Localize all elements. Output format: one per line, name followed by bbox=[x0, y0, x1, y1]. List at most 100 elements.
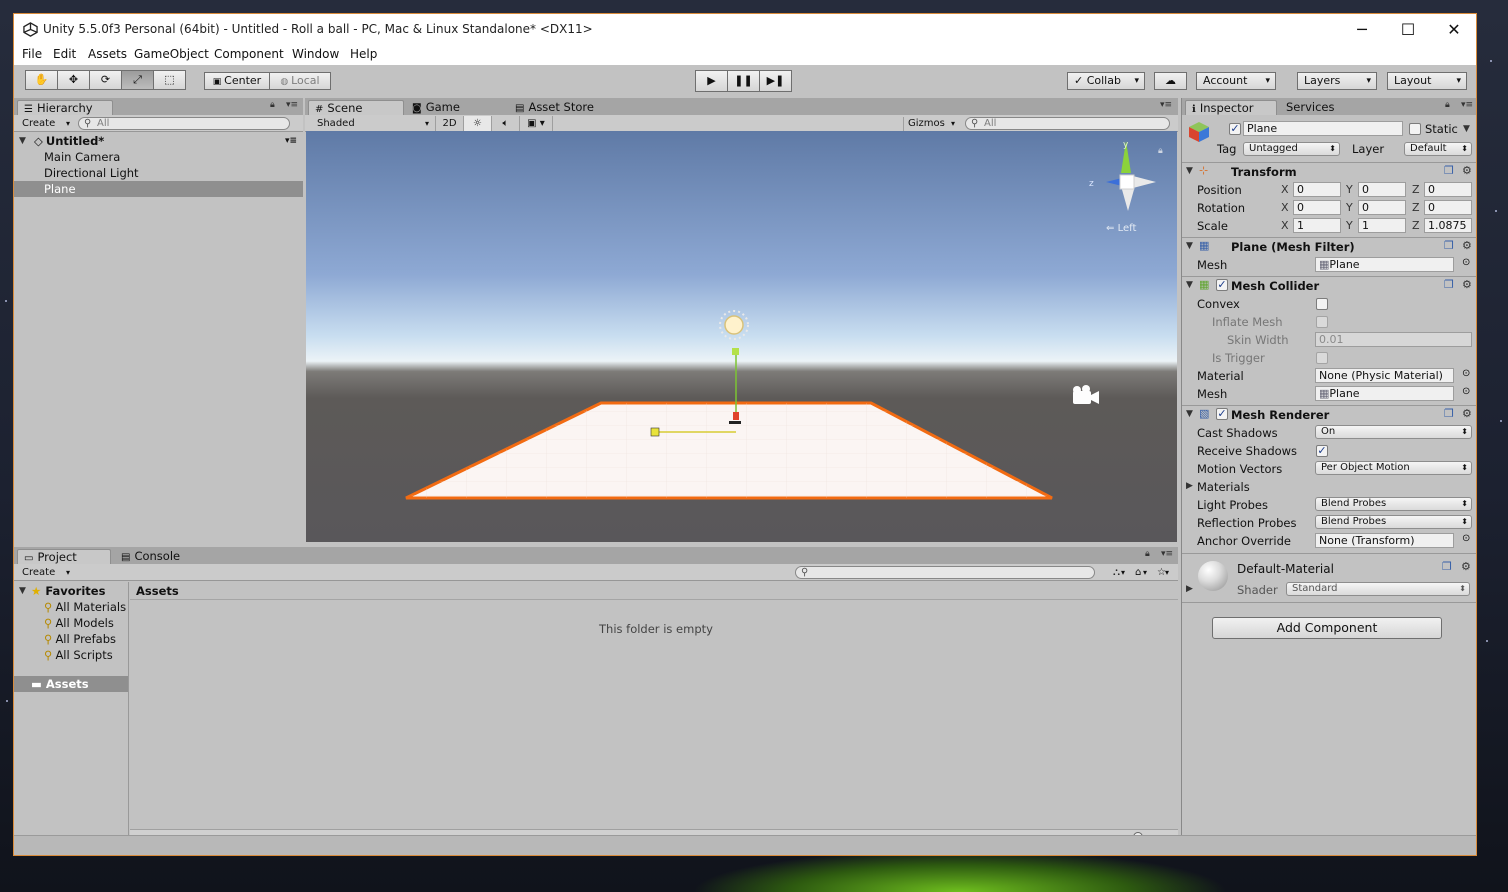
shader-dropdown[interactable]: Standard bbox=[1286, 582, 1470, 596]
menu-assets[interactable]: Assets bbox=[88, 47, 127, 61]
project-search-input[interactable]: ⚲ bbox=[795, 566, 1095, 579]
scale-x-field[interactable]: 1 bbox=[1293, 218, 1341, 233]
materials-label[interactable]: Materials bbox=[1197, 480, 1250, 494]
collapse-caret-icon[interactable]: ▼ bbox=[1186, 241, 1193, 251]
mesh-collider-enabled-checkbox[interactable]: ✓ bbox=[1216, 279, 1228, 291]
lock-icon[interactable]: 🔒︎ bbox=[270, 100, 275, 110]
object-picker-icon[interactable]: ⊙ bbox=[1462, 386, 1470, 397]
object-name-field[interactable]: Plane bbox=[1243, 121, 1403, 136]
static-checkbox[interactable] bbox=[1409, 123, 1421, 135]
inspector-menu-icon[interactable]: ▾≡ bbox=[1461, 100, 1473, 110]
panel-menu-icon[interactable]: ▾≡ bbox=[286, 100, 298, 110]
gear-icon[interactable]: ⚙ bbox=[1462, 278, 1472, 291]
static-dropdown-icon[interactable]: ▼ bbox=[1463, 124, 1470, 134]
object-picker-icon[interactable]: ⊙ bbox=[1462, 368, 1470, 379]
rotation-z-field[interactable]: 0 bbox=[1424, 200, 1472, 215]
rotation-y-field[interactable]: 0 bbox=[1358, 200, 1406, 215]
effects-dropdown[interactable]: ▣ ▾ bbox=[519, 116, 553, 131]
layout-dropdown[interactable]: Layout bbox=[1387, 72, 1467, 90]
rotation-x-field[interactable]: 0 bbox=[1293, 200, 1341, 215]
layer-dropdown[interactable]: Default bbox=[1404, 142, 1472, 156]
project-menu-icon[interactable]: ▾≡ bbox=[1161, 549, 1173, 559]
tab-console[interactable]: ▤ Console bbox=[115, 549, 195, 564]
tab-scene[interactable]: # Scene bbox=[308, 100, 404, 115]
help-book-icon[interactable]: ❐ bbox=[1442, 560, 1452, 573]
tab-project[interactable]: ▭ Project bbox=[17, 549, 111, 564]
tab-game[interactable]: ◙ Game bbox=[406, 100, 486, 115]
rotate-tool-button[interactable]: ⟳ bbox=[89, 70, 122, 90]
favorite-star-icon[interactable]: ☆ bbox=[1153, 566, 1171, 580]
hierarchy-search-input[interactable]: ⚲ All bbox=[78, 117, 290, 130]
motion-vectors-dropdown[interactable]: Per Object Motion bbox=[1315, 461, 1472, 475]
help-book-icon[interactable]: ❐ bbox=[1444, 278, 1454, 291]
favorite-all-scripts[interactable]: ⚲ All Scripts bbox=[44, 648, 113, 662]
gear-icon[interactable]: ⚙ bbox=[1461, 560, 1471, 573]
menu-edit[interactable]: Edit bbox=[53, 47, 76, 61]
object-picker-icon[interactable]: ⊙ bbox=[1462, 257, 1470, 268]
mesh-renderer-header[interactable]: ▼ ▧ ✓ Mesh Renderer ❐ ⚙ bbox=[1182, 405, 1476, 423]
favorite-all-materials[interactable]: ⚲ All Materials bbox=[44, 600, 126, 614]
collapse-caret-icon[interactable]: ▼ bbox=[1186, 280, 1193, 290]
gear-icon[interactable]: ⚙ bbox=[1462, 164, 1472, 177]
menu-window[interactable]: Window bbox=[292, 47, 339, 61]
collider-mesh-field[interactable]: ▦Plane bbox=[1315, 386, 1454, 401]
convex-checkbox[interactable] bbox=[1316, 298, 1328, 310]
mesh-collider-header[interactable]: ▼ ▦ ✓ Mesh Collider ❐ ⚙ bbox=[1182, 276, 1476, 294]
tab-services[interactable]: Services bbox=[1280, 100, 1350, 115]
scale-z-field[interactable]: 1.0875 bbox=[1424, 218, 1472, 233]
account-dropdown[interactable]: Account bbox=[1196, 72, 1276, 90]
is-trigger-checkbox[interactable] bbox=[1316, 352, 1328, 364]
menu-gameobject[interactable]: GameObject bbox=[134, 47, 209, 61]
favorites-row[interactable]: ★ Favorites bbox=[31, 584, 105, 598]
scene-menu-icon[interactable]: ▾≡ bbox=[285, 133, 297, 149]
collapse-caret-icon[interactable]: ▼ bbox=[1186, 166, 1193, 176]
play-button[interactable]: ▶ bbox=[695, 70, 728, 92]
light-probes-dropdown[interactable]: Blend Probes bbox=[1315, 497, 1472, 511]
position-y-field[interactable]: 0 bbox=[1358, 182, 1406, 197]
hierarchy-item-directional-light[interactable]: Directional Light bbox=[14, 165, 303, 181]
cast-shadows-dropdown[interactable]: On bbox=[1315, 425, 1472, 439]
gear-icon[interactable]: ⚙ bbox=[1462, 239, 1472, 252]
lock-icon[interactable]: 🔒︎ bbox=[1445, 100, 1450, 110]
anchor-override-field[interactable]: None (Transform) bbox=[1315, 533, 1454, 548]
position-z-field[interactable]: 0 bbox=[1424, 182, 1472, 197]
collapse-caret-icon[interactable]: ▼ bbox=[1186, 409, 1193, 419]
mesh-renderer-enabled-checkbox[interactable]: ✓ bbox=[1216, 408, 1228, 420]
hierarchy-create-dropdown[interactable]: Create bbox=[18, 117, 72, 131]
pause-button[interactable]: ❚❚ bbox=[727, 70, 760, 92]
skin-width-field[interactable]: 0.01 bbox=[1315, 332, 1472, 347]
help-book-icon[interactable]: ❐ bbox=[1444, 239, 1454, 252]
active-checkbox[interactable]: ✓ bbox=[1229, 123, 1241, 135]
collab-dropdown[interactable]: ✓ Collab bbox=[1067, 72, 1145, 90]
favorite-all-models[interactable]: ⚲ All Models bbox=[44, 616, 114, 630]
tab-inspector[interactable]: ℹ Inspector bbox=[1185, 100, 1277, 115]
gear-icon[interactable]: ⚙ bbox=[1462, 407, 1472, 420]
lock-icon[interactable]: 🔒︎ bbox=[1145, 549, 1150, 559]
breadcrumb-assets[interactable]: Assets bbox=[136, 584, 179, 598]
mesh-filter-header[interactable]: ▼ ▦ Plane (Mesh Filter) ❐ ⚙ bbox=[1182, 237, 1476, 255]
shading-mode-dropdown[interactable]: Shaded bbox=[313, 117, 431, 131]
inflate-mesh-checkbox[interactable] bbox=[1316, 316, 1328, 328]
hierarchy-item-plane[interactable]: Plane bbox=[14, 181, 303, 197]
filter-by-label-icon[interactable]: ⌂ bbox=[1131, 566, 1149, 580]
menu-component[interactable]: Component bbox=[214, 47, 284, 61]
expand-caret-icon[interactable]: ▼ bbox=[19, 586, 26, 596]
expand-caret-icon[interactable]: ▼ bbox=[19, 133, 26, 149]
pivot-center-button[interactable]: ▣ Center bbox=[204, 72, 270, 90]
scene-viewport[interactable]: y z 🔒︎ ⇐ Left bbox=[306, 131, 1177, 542]
scale-y-field[interactable]: 1 bbox=[1358, 218, 1406, 233]
scene-root-row[interactable]: ▼ ◇ Untitled* ▾≡ bbox=[14, 133, 303, 149]
help-book-icon[interactable]: ❐ bbox=[1444, 407, 1454, 420]
scene-panel-menu-icon[interactable]: ▾≡ bbox=[1160, 100, 1172, 110]
help-book-icon[interactable]: ❐ bbox=[1444, 164, 1454, 177]
favorite-all-prefabs[interactable]: ⚲ All Prefabs bbox=[44, 632, 116, 646]
pivot-local-button[interactable]: ◍ Local bbox=[269, 72, 331, 90]
scale-tool-button[interactable]: ⤢ bbox=[121, 70, 154, 90]
position-x-field[interactable]: 0 bbox=[1293, 182, 1341, 197]
maximize-button[interactable]: ☐ bbox=[1385, 14, 1431, 45]
hierarchy-item-main-camera[interactable]: Main Camera bbox=[14, 149, 303, 165]
step-button[interactable]: ▶❚ bbox=[759, 70, 792, 92]
object-picker-icon[interactable]: ⊙ bbox=[1462, 533, 1470, 544]
view-orientation-label[interactable]: ⇐ Left bbox=[1106, 223, 1136, 234]
material-preview-sphere[interactable] bbox=[1198, 561, 1228, 591]
